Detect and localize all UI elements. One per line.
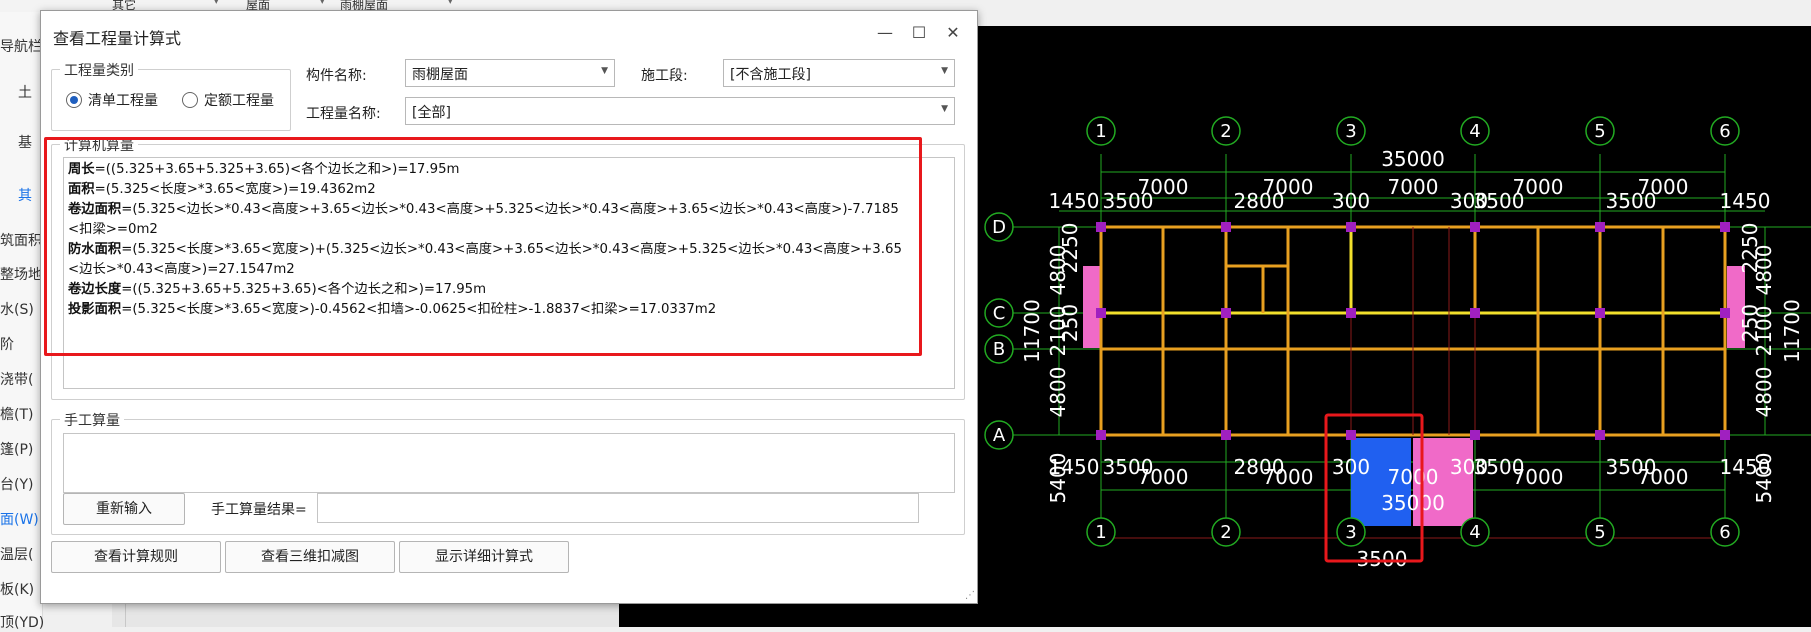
axis-label: B <box>993 339 1005 360</box>
minimize-icon[interactable]: — <box>873 21 897 45</box>
axis-label: 6 <box>1719 522 1730 543</box>
nav-item-insulation[interactable]: 温层( <box>0 544 33 564</box>
component-name-select[interactable]: 雨棚屋面 ▼ <box>405 59 615 87</box>
manual-result-label: 手工算量结果= <box>211 502 307 518</box>
stage-select[interactable]: [不含施工段] ▼ <box>723 59 955 87</box>
reenter-button[interactable]: 重新输入 <box>63 493 185 525</box>
svg-text:3500: 3500 <box>1103 189 1154 213</box>
axis-label: 2 <box>1220 121 1231 142</box>
axis-label: A <box>993 425 1006 446</box>
svg-text:2250: 2250 <box>1738 223 1762 274</box>
axis-label: 1 <box>1095 121 1106 142</box>
canopy-left <box>1083 266 1101 348</box>
svg-text:300: 300 <box>1332 455 1370 479</box>
axis-label: 5 <box>1594 522 1605 543</box>
chevron-down-icon: ▼ <box>941 104 948 114</box>
axis-label: 4 <box>1469 121 1480 142</box>
radio-list-quantity[interactable] <box>66 92 82 108</box>
dialog-title: 查看工程量计算式 <box>53 29 182 48</box>
radio-quota-quantity-label[interactable]: 定额工程量 <box>204 90 274 110</box>
chevron-down-icon: ▼ <box>941 66 948 76</box>
svg-text:7000: 7000 <box>1513 465 1564 489</box>
svg-text:4800: 4800 <box>1046 367 1070 418</box>
nav-item-roof[interactable]: 面(W) <box>0 509 39 529</box>
view-3d-deduction-button[interactable]: 查看三维扣减图 <box>225 541 395 573</box>
axis-label: 2 <box>1220 522 1231 543</box>
nav-item-other[interactable]: 其 <box>18 185 32 205</box>
radio-quota-quantity[interactable] <box>182 92 198 108</box>
resize-grip-icon[interactable]: ⋰ <box>965 590 975 601</box>
svg-text:7000: 7000 <box>1388 175 1439 199</box>
nav-title: 导航栏 <box>0 39 42 55</box>
svg-text:250: 250 <box>1738 304 1762 342</box>
stage-label: 施工段: <box>641 68 688 84</box>
axis-label: 5 <box>1594 121 1605 142</box>
nav-item-slab[interactable]: 板(K) <box>0 579 34 599</box>
axis-label: 6 <box>1719 121 1730 142</box>
axis-label: 3 <box>1345 522 1356 543</box>
nav-item-foundation[interactable]: 基 <box>18 132 32 152</box>
nav-item-balcony[interactable]: 台(Y) <box>0 474 33 494</box>
svg-text:7000: 7000 <box>1638 465 1689 489</box>
manual-result-field[interactable] <box>317 493 919 523</box>
highlight-frame <box>44 137 922 356</box>
axis-label: D <box>992 217 1006 238</box>
chevron-down-icon: ▾ <box>214 0 219 7</box>
nav-item-apron[interactable]: 水(S) <box>0 299 34 319</box>
nav-item-eaves[interactable]: 檐(T) <box>0 404 33 424</box>
nav-item-post-pour-strip[interactable]: 浇带( <box>0 369 33 389</box>
svg-text:250: 250 <box>1058 304 1082 342</box>
svg-text:5400: 5400 <box>1752 453 1776 504</box>
chevron-down-icon: ▼ <box>601 66 608 76</box>
nav-item-ceiling[interactable]: 顶(YD) <box>0 612 44 632</box>
svg-text:5400: 5400 <box>1046 453 1070 504</box>
chevron-down-icon: ▾ <box>448 0 453 7</box>
manual-calc-label: 手工算量 <box>60 410 124 430</box>
maximize-icon[interactable]: ☐ <box>907 21 931 45</box>
nav-panel: 导航栏 土 基 其 筑面积 整场地 水(S) 阶 浇带( 檐(T) 篷(P) 台… <box>0 12 44 631</box>
svg-text:3500: 3500 <box>1357 547 1408 571</box>
svg-text:11700: 11700 <box>1780 299 1804 363</box>
axis-label: 3 <box>1345 121 1356 142</box>
quantity-name-label: 工程量名称: <box>306 106 381 122</box>
svg-text:1450: 1450 <box>1049 189 1100 213</box>
axis-label: C <box>993 303 1006 324</box>
manual-calc-input[interactable] <box>63 433 955 493</box>
svg-text:3500: 3500 <box>1474 189 1525 213</box>
svg-text:7000: 7000 <box>1138 465 1189 489</box>
close-icon[interactable]: ✕ <box>941 21 965 45</box>
svg-text:1450: 1450 <box>1720 189 1771 213</box>
svg-text:2800: 2800 <box>1234 189 1285 213</box>
svg-text:300: 300 <box>1332 189 1370 213</box>
dim-total-top: 35000 <box>1381 147 1445 171</box>
svg-text:2250: 2250 <box>1058 223 1082 274</box>
svg-text:11700: 11700 <box>1020 299 1044 363</box>
quantity-name-select[interactable]: [全部] ▼ <box>405 97 955 125</box>
nav-item-site-leveling[interactable]: 整场地 <box>0 264 42 284</box>
nav-item-steps[interactable]: 阶 <box>0 334 14 354</box>
chevron-down-icon: ▾ <box>320 0 325 7</box>
nav-item-soil[interactable]: 土 <box>18 82 32 102</box>
nav-item-canopy[interactable]: 篷(P) <box>0 439 33 459</box>
quantity-type-label: 工程量类别 <box>60 60 138 80</box>
nav-item-building-area[interactable]: 筑面积 <box>0 230 42 250</box>
view-calc-rules-button[interactable]: 查看计算规则 <box>51 541 221 573</box>
radio-list-quantity-label[interactable]: 清单工程量 <box>88 90 158 110</box>
svg-text:7000: 7000 <box>1263 465 1314 489</box>
svg-text:4800: 4800 <box>1752 367 1776 418</box>
show-detailed-formula-button[interactable]: 显示详细计算式 <box>399 541 569 573</box>
axis-label: 4 <box>1469 522 1480 543</box>
quantity-type-group: 工程量类别 清单工程量 定额工程量 <box>51 60 291 131</box>
axis-label: 1 <box>1095 522 1106 543</box>
dim-total-bottom: 35000 <box>1381 491 1445 515</box>
component-name-label: 构件名称: <box>306 68 367 84</box>
svg-text:3500: 3500 <box>1606 189 1657 213</box>
svg-text:7000: 7000 <box>1388 465 1439 489</box>
